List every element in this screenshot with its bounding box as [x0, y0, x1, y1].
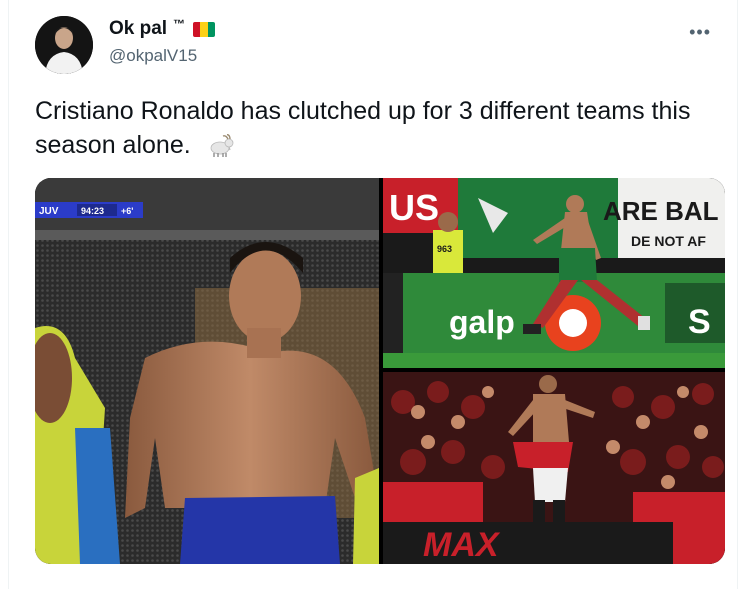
banner-text-sub: DE NOT AF: [631, 233, 706, 249]
vest-number: 963: [437, 244, 452, 254]
more-options-icon[interactable]: •••: [689, 22, 711, 43]
tweet-text: Cristiano Ronaldo has clutched up for 3 …: [35, 94, 715, 162]
scoreboard-time: 94:23: [81, 206, 104, 216]
ad-board-text: galp: [449, 304, 515, 340]
trademark-symbol: ™: [173, 17, 186, 31]
banner-text-right: ARE BAL: [603, 196, 719, 226]
display-name[interactable]: Ok pal: [109, 18, 167, 40]
scoreboard-added-time: +6': [121, 206, 133, 216]
banner-text-left: US: [389, 187, 439, 228]
tweet-media-grid[interactable]: JUV 94:23 +6' US ARE BAL DE NOT AF 963 g…: [35, 178, 725, 564]
media-photo-portugal[interactable]: US ARE BAL DE NOT AF 963 galp S: [383, 178, 725, 368]
tweet-card[interactable]: Ok pal ™ @okpalV15 ••• Cristiano Ronaldo…: [8, 0, 738, 589]
ad-banner-text: MAX: [423, 526, 501, 564]
scoreboard-team: JUV: [39, 206, 59, 217]
avatar[interactable]: [35, 16, 93, 74]
user-handle[interactable]: @okpalV15: [109, 46, 197, 66]
media-photo-juventus[interactable]: JUV 94:23 +6': [35, 178, 379, 564]
ad-board-letter: S: [688, 303, 711, 341]
avatar-image: [35, 16, 93, 74]
media-photo-man-united[interactable]: MAX: [383, 372, 725, 564]
guinea-flag-icon: [193, 21, 216, 37]
goat-icon: [210, 134, 234, 158]
tweet-text-content: Cristiano Ronaldo has clutched up for 3 …: [35, 97, 691, 159]
